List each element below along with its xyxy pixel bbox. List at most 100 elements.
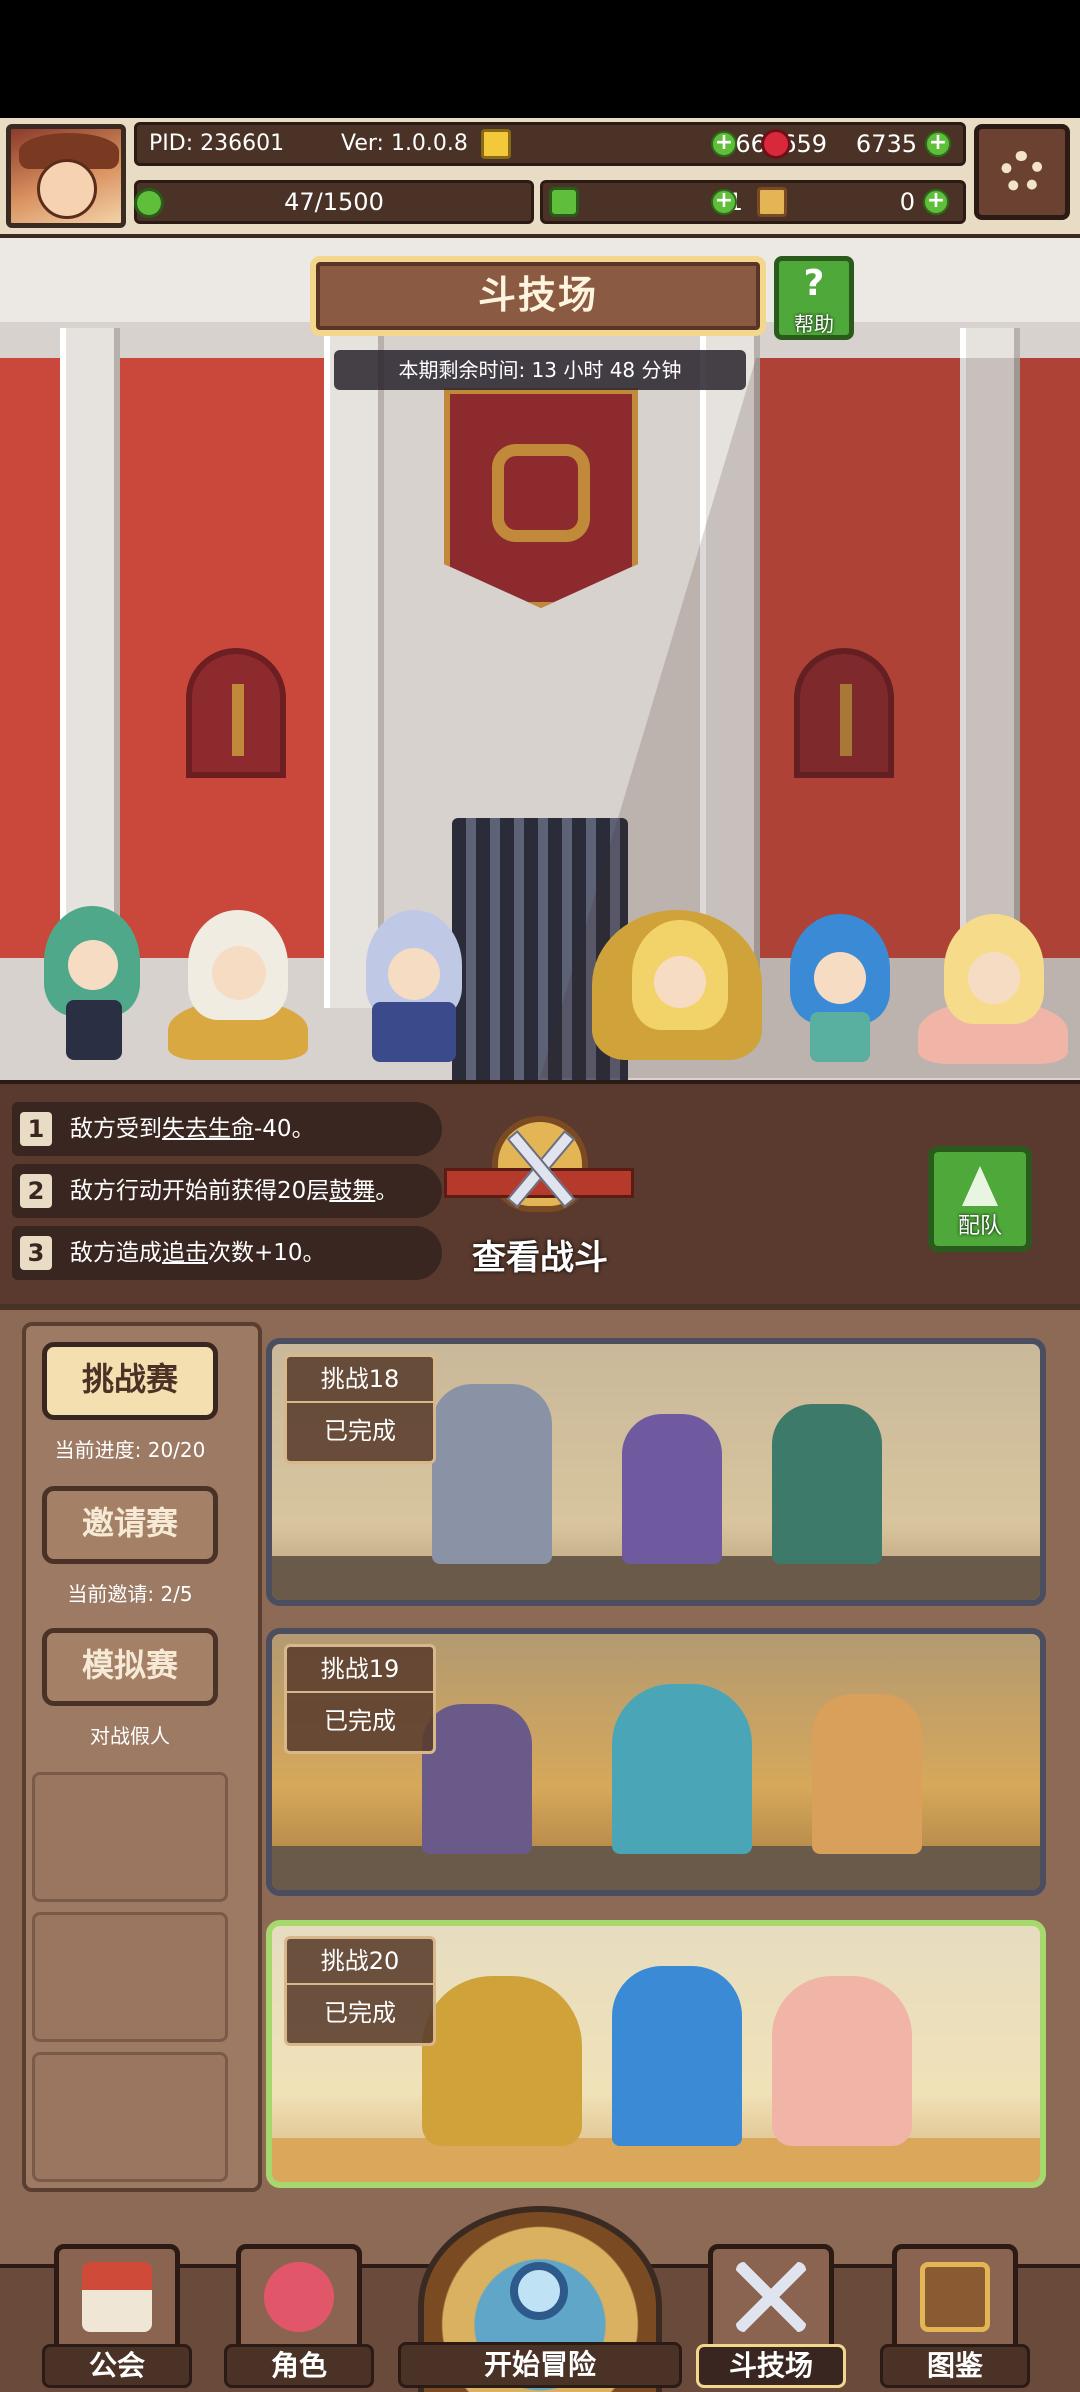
hero-character[interactable] [592, 900, 762, 1070]
enemy-knight [432, 1384, 552, 1564]
nav-codex[interactable]: 图鉴 [880, 2244, 1030, 2392]
character-body [372, 1002, 456, 1062]
view-battle-button[interactable]: 查看战斗 [430, 1230, 650, 1279]
emblem-banner [444, 388, 638, 608]
ruby-value: 6735 [855, 130, 917, 158]
challenge-label: 挑战18 已完成 [284, 1354, 436, 1464]
help-label: 帮助 [794, 312, 834, 336]
buff-keyword-link[interactable]: 失去生命 [162, 1116, 254, 1142]
enemy-character [812, 1694, 922, 1854]
question-icon: ? [803, 263, 825, 304]
enemy-character [772, 1404, 882, 1564]
team-label: 配队 [957, 1214, 1002, 1239]
energy-value: 47/1500 [284, 188, 384, 216]
items-row: 11 + 0 + [540, 180, 966, 224]
challenge-status: 已完成 [324, 1999, 396, 2027]
help-button[interactable]: ? 帮助 [774, 256, 854, 340]
magnifier-icon [510, 2262, 568, 2320]
nav-label: 角色 [224, 2344, 374, 2388]
invitation-count: 当前邀请: 2/5 [67, 1582, 193, 1606]
arena-title-plate: 斗技场 [310, 256, 766, 336]
hero-character[interactable] [760, 900, 920, 1070]
info-row: PID: 236601 Ver: 1.0.0.8 2664659 + 6735 … [134, 122, 966, 166]
buff-text: 敌方受到失去生命-40。 [70, 1116, 315, 1142]
character-face [654, 956, 706, 1008]
buff-keyword-link[interactable]: 追击 [162, 1240, 208, 1266]
challenge-card[interactable]: 挑战19 已完成 [266, 1628, 1046, 1896]
tab-challenge[interactable]: 挑战赛 [42, 1342, 218, 1420]
book-icon [920, 2262, 990, 2332]
enemy-character [612, 1684, 752, 1854]
team-icon [962, 1166, 998, 1206]
key-icon [757, 187, 787, 217]
settings-button[interactable] [974, 124, 1070, 220]
version-text: Ver: 1.0.0.8 [341, 131, 468, 156]
challenge-card[interactable]: 挑战18 已完成 [266, 1338, 1046, 1606]
energy-icon [134, 188, 164, 218]
add-gold-button[interactable]: + [711, 131, 737, 157]
nav-label: 斗技场 [696, 2344, 846, 2388]
challenge-progress: 当前进度: 20/20 [54, 1438, 206, 1462]
hero-character[interactable] [164, 900, 314, 1070]
hero-character[interactable] [918, 910, 1068, 1070]
challenge-name: 挑战18 [287, 1357, 433, 1403]
enemy-character [612, 1966, 742, 2146]
add-key-button[interactable]: + [923, 189, 949, 215]
enemy-character [772, 1976, 912, 2146]
season-timer: 本期剩余时间: 13 小时 48 分钟 [334, 350, 746, 390]
challenge-card-current[interactable]: 挑战20 已完成 [266, 1920, 1046, 2188]
simulation-desc: 对战假人 [90, 1724, 170, 1748]
crossed-swords-icon [736, 2262, 806, 2332]
nav-arena[interactable]: 斗技场 [696, 2244, 846, 2392]
ruby-icon [761, 129, 791, 159]
empty-slot [32, 2052, 228, 2182]
tab-invitation[interactable]: 邀请赛 [42, 1486, 218, 1564]
avatar-face [37, 159, 97, 219]
sword-icon [232, 684, 244, 756]
arena-title: 斗技场 [477, 273, 598, 317]
challenge-name: 挑战20 [287, 1939, 433, 1985]
banner-ring [492, 444, 590, 542]
crossed-swords-icon[interactable] [444, 1116, 634, 1236]
player-avatar[interactable] [6, 124, 126, 228]
hero-character[interactable] [40, 900, 150, 1070]
status-bar [0, 0, 1080, 118]
character-face [814, 952, 866, 1004]
nav-guild[interactable]: 公会 [42, 2244, 192, 2392]
character-icon [264, 2262, 334, 2332]
character-face [968, 952, 1020, 1004]
buff-row: 3 敌方造成追击次数+10。 [12, 1226, 442, 1280]
empty-slot [32, 1772, 228, 1902]
gold-icon [481, 129, 511, 159]
buff-number: 2 [20, 1174, 52, 1208]
nav-role[interactable]: 角色 [224, 2244, 374, 2392]
enemy-character [422, 1976, 582, 2146]
clover-icon [549, 187, 579, 217]
challenge-name: 挑战19 [287, 1647, 433, 1693]
character-face [68, 940, 118, 990]
buff-number: 3 [20, 1236, 52, 1270]
add-clover-button[interactable]: + [711, 189, 737, 215]
key-value: 0 [899, 188, 915, 216]
buff-keyword-link[interactable]: 鼓舞 [329, 1178, 375, 1204]
buff-number: 1 [20, 1112, 52, 1146]
character-face [388, 948, 440, 1000]
team-setup-button[interactable]: 配队 [928, 1146, 1032, 1252]
challenge-label: 挑战20 已完成 [284, 1936, 436, 2046]
empty-slot [32, 1912, 228, 2042]
challenge-label: 挑战19 已完成 [284, 1644, 436, 1754]
nav-label: 图鉴 [880, 2344, 1030, 2388]
guild-hall-icon [82, 2262, 152, 2332]
buff-text: 敌方行动开始前获得20层鼓舞。 [70, 1178, 399, 1204]
character-body [66, 1000, 122, 1060]
nav-label: 开始冒险 [398, 2342, 682, 2388]
nav-adventure[interactable]: 开始冒险 [398, 2206, 682, 2392]
gold-value: 2664659 [557, 125, 837, 163]
energy-row: 47/1500 [134, 180, 534, 224]
gear-icon [1001, 151, 1043, 193]
hero-character[interactable] [326, 890, 496, 1070]
challenge-status: 已完成 [324, 1707, 396, 1735]
tab-simulation[interactable]: 模拟赛 [42, 1628, 218, 1706]
add-ruby-button[interactable]: + [925, 131, 951, 157]
nav-label: 公会 [42, 2344, 192, 2388]
